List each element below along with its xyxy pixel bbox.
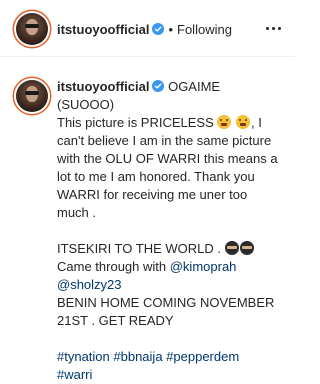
hashtag-link[interactable]: #tynation [57,349,110,364]
mention-link[interactable]: @sholzy23 [57,277,122,292]
header-avatar[interactable] [16,13,48,45]
hashtag-link[interactable]: #pepperdem [166,349,239,364]
following-button[interactable]: Following [177,22,232,37]
caption-part-2: , I can't believe I am in the same pictu… [57,115,278,256]
ninja-emoji-icon [224,241,239,255]
post-header: itstuoyoofficial • Following [0,0,295,57]
comment-avatar[interactable] [16,80,48,112]
ninja-emoji-icon [239,241,254,255]
verified-badge-icon [152,23,165,35]
caption-part-4: BENIN HOME COMING NOVEMBER 21ST . GET RE… [57,295,275,328]
caption-text: itstuoyoofficial OGAIME (SUOOO) This pic… [57,78,279,384]
comment-username[interactable]: itstuoyoofficial [57,79,149,94]
hashtag-link[interactable]: #warri [57,367,92,382]
mention-link[interactable]: @kimoprah [170,259,237,274]
weary-face-emoji-icon [217,115,232,129]
hashtag-link[interactable]: #bbnaija [113,349,162,364]
header-username[interactable]: itstuoyoofficial [57,22,149,37]
verified-badge-icon [152,80,165,92]
separator-dot: • [168,22,174,37]
more-options-icon[interactable] [266,18,281,38]
weary-face-emoji-icon [236,115,251,129]
header-user-line: itstuoyoofficial • Following [57,21,232,39]
